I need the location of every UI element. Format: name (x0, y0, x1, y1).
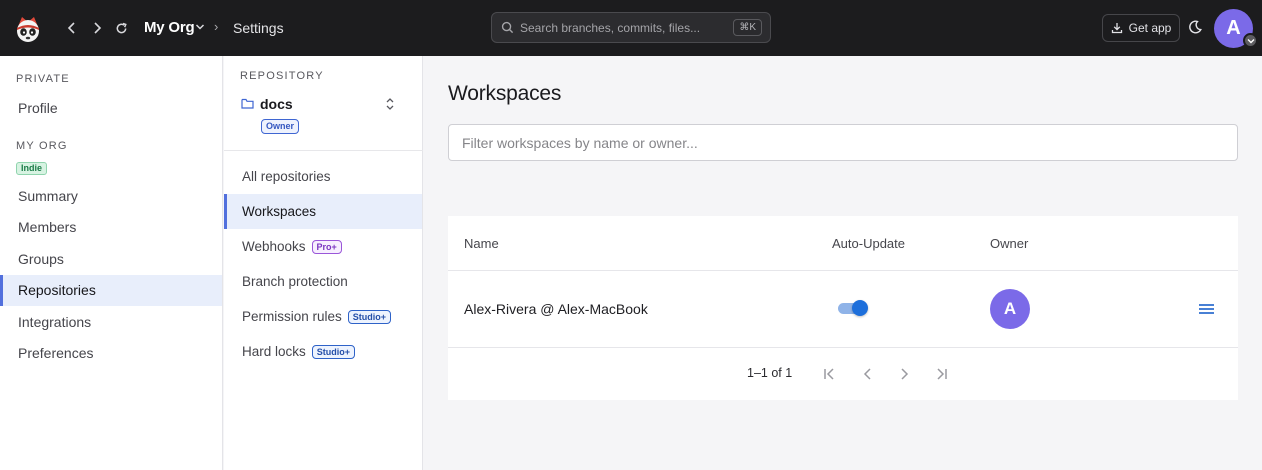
repo-nav-label: Hard locks (242, 344, 306, 359)
search-input[interactable] (520, 13, 730, 42)
sidebar-item-repositories[interactable]: Repositories (0, 275, 222, 306)
repo-nav-branch-protection[interactable]: Branch protection (224, 264, 422, 299)
plan-badge-pro: Pro+ (311, 239, 342, 254)
folder-icon (241, 98, 254, 109)
refresh-button[interactable] (111, 18, 131, 38)
repo-nav-label: Branch protection (242, 274, 348, 289)
table-divider (448, 270, 1238, 271)
top-bar: My Org › Settings ⌘K Get app A (0, 0, 1262, 56)
last-page-icon[interactable] (933, 366, 949, 382)
sidebar-item-profile[interactable]: Profile (0, 93, 222, 124)
column-header-auto-update[interactable]: Auto-Update (832, 236, 905, 251)
chevron-down-icon[interactable] (194, 20, 206, 34)
sidebar-item-groups[interactable]: Groups (0, 244, 222, 275)
repo-nav-permission-rules[interactable]: Permission rules Studio+ (224, 299, 422, 334)
download-icon (1111, 23, 1122, 34)
dark-mode-toggle-icon[interactable] (1187, 19, 1203, 35)
page-title: Workspaces (448, 82, 562, 105)
search-shortcut-hint: ⌘K (733, 19, 762, 36)
repository-selector-chevrons-icon[interactable] (384, 96, 396, 112)
workspaces-table: Name Auto-Update Owner Alex-Rivera @ Ale… (448, 216, 1238, 400)
repository-name[interactable]: docs (260, 96, 293, 112)
repo-nav-label: All repositories (242, 169, 331, 184)
sidebar-item-members[interactable]: Members (0, 212, 222, 243)
sidebar-item-integrations[interactable]: Integrations (0, 307, 222, 338)
repo-nav-webhooks[interactable]: Webhooks Pro+ (224, 229, 422, 264)
toggle-thumb (852, 300, 868, 316)
get-app-button[interactable]: Get app (1102, 14, 1180, 42)
owner-avatar: A (990, 289, 1030, 329)
section-label-repository: REPOSITORY (240, 70, 324, 82)
sidebar-item-preferences[interactable]: Preferences (0, 338, 222, 369)
settings-sidebar: PRIVATE Profile MY ORG Indie Summary Mem… (0, 56, 223, 470)
table-divider (448, 347, 1238, 348)
breadcrumb-separator: › (214, 19, 219, 34)
chevron-right-icon (94, 22, 102, 34)
repo-nav-hard-locks[interactable]: Hard locks Studio+ (224, 334, 422, 369)
search-icon (501, 21, 514, 34)
first-page-icon[interactable] (822, 366, 838, 382)
app-logo-icon[interactable] (13, 13, 43, 43)
org-switcher[interactable]: My Org (144, 19, 195, 36)
refresh-icon (116, 22, 127, 33)
account-menu-chevron-icon[interactable] (1243, 33, 1258, 48)
column-header-name[interactable]: Name (464, 236, 499, 251)
auto-update-toggle[interactable] (838, 300, 868, 316)
sidebar-item-summary[interactable]: Summary (0, 181, 222, 212)
workspace-name: Alex-Rivera @ Alex-MacBook (464, 301, 648, 317)
next-page-icon[interactable] (896, 366, 912, 382)
global-search[interactable]: ⌘K (491, 12, 771, 43)
repository-panel: REPOSITORY docs Owner All repositories W… (224, 56, 423, 470)
section-label-org: MY ORG (16, 140, 68, 152)
repo-nav-label: Webhooks (242, 239, 306, 254)
get-app-label: Get app (1128, 21, 1172, 35)
repo-nav-workspaces[interactable]: Workspaces (224, 194, 422, 229)
divider (224, 150, 423, 151)
plan-badge-studio: Studio+ (311, 344, 356, 359)
previous-page-icon[interactable] (860, 366, 876, 382)
forward-button[interactable] (87, 18, 107, 38)
chevron-left-icon (67, 22, 75, 34)
breadcrumb-settings[interactable]: Settings (233, 20, 284, 36)
section-label-private: PRIVATE (16, 73, 70, 85)
repo-nav-label: Workspaces (242, 204, 317, 219)
pagination-range: 1–1 of 1 (747, 366, 793, 380)
column-header-owner[interactable]: Owner (990, 236, 1028, 251)
plan-badge-studio: Studio+ (347, 309, 392, 324)
back-button[interactable] (62, 18, 82, 38)
repo-nav-all-repositories[interactable]: All repositories (224, 159, 422, 194)
workspace-filter-input[interactable] (448, 124, 1238, 161)
row-menu-icon[interactable] (1198, 302, 1215, 316)
role-badge: Owner (261, 119, 300, 134)
repo-nav-label: Permission rules (242, 309, 342, 324)
plan-badge: Indie (16, 162, 48, 175)
